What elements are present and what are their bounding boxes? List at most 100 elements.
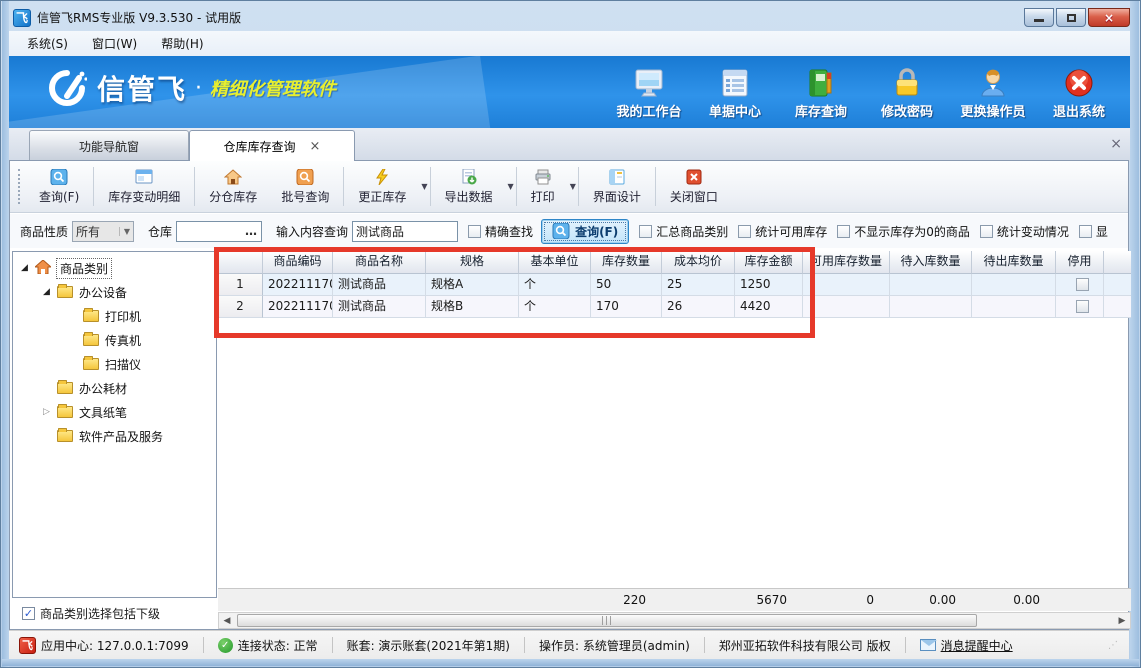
toolbar-separator bbox=[93, 167, 94, 206]
warehouse-input[interactable]: … bbox=[176, 221, 262, 242]
resize-grip-icon[interactable]: ⋰ bbox=[1108, 640, 1119, 651]
ellipsis-picker-icon[interactable]: … bbox=[245, 224, 258, 238]
checkbox-icon bbox=[639, 225, 652, 238]
column-header-disabled[interactable]: 停用 bbox=[1056, 251, 1104, 274]
truncated-checkbox[interactable]: 显 bbox=[1079, 223, 1108, 240]
summarize-category-checkbox[interactable]: 汇总商品类别 bbox=[639, 223, 728, 240]
change-password-button[interactable]: 修改密码 bbox=[864, 60, 950, 124]
switch-operator-button[interactable]: 更换操作员 bbox=[950, 60, 1036, 124]
hide-zero-stock-checkbox[interactable]: 不显示库存为0的商品 bbox=[837, 223, 970, 240]
chevron-down-icon[interactable]: ▼ bbox=[421, 182, 427, 191]
stock-change-detail-button[interactable]: 库存变动明细 bbox=[96, 161, 192, 212]
product-nature-label: 商品性质 bbox=[20, 223, 68, 240]
query-button[interactable]: 查询(F) bbox=[27, 161, 91, 212]
close-window-icon bbox=[685, 169, 703, 185]
tabstrip-close-icon[interactable]: × bbox=[1110, 136, 1122, 152]
documents-label: 单据中心 bbox=[709, 101, 761, 120]
column-header-pending-out[interactable]: 待出库数量 bbox=[972, 251, 1056, 274]
brand-name: 信管飞 bbox=[97, 68, 187, 108]
column-header-truncated[interactable]: 预 bbox=[1104, 251, 1131, 274]
chevron-down-icon[interactable]: ▼ bbox=[508, 182, 514, 191]
toolbar-grip[interactable] bbox=[18, 169, 23, 204]
product-nature-select[interactable]: 所有 ▼ bbox=[72, 221, 134, 242]
truncated-checkbox-label: 显 bbox=[1096, 225, 1108, 239]
ui-design-label: 界面设计 bbox=[593, 188, 641, 205]
cell-product-name: 测试商品 bbox=[333, 296, 426, 318]
column-header-unit[interactable]: 基本单位 bbox=[519, 251, 591, 274]
content-area: 查询(F) 库存变动明细 分仓库存 批号查询 更正库存 bbox=[9, 160, 1129, 630]
category-tree-panel: ◢ 商品类别 ◢ 办公设备 打印机 传真机 bbox=[12, 251, 217, 598]
minimize-button[interactable] bbox=[1024, 8, 1054, 27]
tab-warehouse-inventory[interactable]: 仓库库存查询 × bbox=[189, 130, 355, 161]
ui-design-button[interactable]: 界面设计 bbox=[581, 161, 653, 212]
disabled-checkbox[interactable] bbox=[1076, 278, 1089, 291]
print-button[interactable]: 打印 bbox=[519, 166, 567, 208]
count-available-checkbox[interactable]: 统计可用库存 bbox=[738, 223, 827, 240]
column-header-stock-qty[interactable]: 库存数量 bbox=[591, 251, 662, 274]
tab-close-icon[interactable]: × bbox=[310, 139, 321, 154]
column-header-avg-cost[interactable]: 成本均价 bbox=[662, 251, 735, 274]
expander-collapsed-icon[interactable]: ▷ bbox=[43, 407, 57, 417]
expander-expanded-icon[interactable]: ◢ bbox=[21, 263, 35, 273]
cell-pending-in bbox=[890, 274, 972, 296]
folder-icon bbox=[83, 358, 99, 370]
folder-icon bbox=[57, 286, 73, 298]
toolbar-separator bbox=[343, 167, 344, 206]
per-warehouse-stock-button[interactable]: 分仓库存 bbox=[197, 161, 269, 212]
batch-number-query-button[interactable]: 批号查询 bbox=[269, 161, 341, 212]
menu-system[interactable]: 系统(S) bbox=[17, 32, 78, 55]
search-content-input[interactable]: 测试商品 bbox=[352, 221, 458, 242]
scroll-left-icon[interactable]: ◀ bbox=[219, 616, 235, 626]
close-window-button[interactable]: 关闭窗口 bbox=[658, 161, 730, 212]
cell-disabled bbox=[1056, 296, 1104, 318]
tree-item-stationery[interactable]: ▷ 文具纸笔 bbox=[13, 400, 216, 424]
tree-item-office-equipment[interactable]: ◢ 办公设备 bbox=[13, 280, 216, 304]
inventory-query-button[interactable]: 库存查询 bbox=[778, 60, 864, 124]
tree-item-printer[interactable]: 打印机 bbox=[13, 304, 216, 328]
tab-function-nav[interactable]: 功能导航窗 bbox=[29, 130, 189, 161]
column-header-available-qty[interactable]: 可用库存数量 bbox=[803, 251, 890, 274]
count-changes-checkbox[interactable]: 统计变动情况 bbox=[980, 223, 1069, 240]
include-sublevel-checkbox[interactable]: ✓ 商品类别选择包括下级 bbox=[12, 601, 217, 625]
tree-item-software-services[interactable]: 软件产品及服务 bbox=[13, 424, 216, 448]
exact-search-checkbox[interactable]: 精确查找 bbox=[468, 223, 533, 240]
column-header-product-name[interactable]: 商品名称 bbox=[333, 251, 426, 274]
tab-warehouse-inventory-label: 仓库库存查询 bbox=[224, 138, 296, 155]
scrollbar-thumb[interactable] bbox=[237, 614, 977, 627]
menu-window[interactable]: 窗口(W) bbox=[82, 32, 147, 55]
scroll-right-icon[interactable]: ▶ bbox=[1114, 616, 1130, 626]
column-header-stock-amount[interactable]: 库存金额 bbox=[735, 251, 803, 274]
column-header[interactable] bbox=[218, 251, 263, 274]
export-data-button[interactable]: 导出数据 bbox=[433, 166, 505, 208]
app-center-text: 应用中心: 127.0.0.1:7099 bbox=[41, 637, 189, 654]
minimize-icon bbox=[1034, 19, 1044, 22]
app-logo-icon: 飞 bbox=[13, 9, 31, 27]
restore-button[interactable] bbox=[1056, 8, 1086, 27]
toolbar-separator bbox=[430, 167, 431, 206]
column-header-spec[interactable]: 规格 bbox=[426, 251, 519, 274]
table-row[interactable]: 1 2022111701 测试商品 规格A 个 50 25 1250 bbox=[218, 274, 1131, 296]
tree-item-label: 软件产品及服务 bbox=[79, 428, 163, 445]
tree-item-fax[interactable]: 传真机 bbox=[13, 328, 216, 352]
documents-center-button[interactable]: 单据中心 bbox=[692, 60, 778, 124]
filter-query-button[interactable]: 查询(F) bbox=[541, 219, 629, 244]
workbench-button[interactable]: 我的工作台 bbox=[606, 60, 692, 124]
menu-help[interactable]: 帮助(H) bbox=[151, 32, 213, 55]
close-button[interactable]: × bbox=[1088, 8, 1130, 27]
table-row[interactable]: 2 2022111701 测试商品 规格B 个 170 26 4420 bbox=[218, 296, 1131, 318]
inventory-table: 商品编码 商品名称 规格 基本单位 库存数量 成本均价 库存金额 可用库存数量 … bbox=[218, 251, 1131, 629]
tree-item-scanner[interactable]: 扫描仪 bbox=[13, 352, 216, 376]
horizontal-scrollbar[interactable]: ◀ ▶ bbox=[218, 612, 1131, 629]
correct-stock-button[interactable]: 更正库存 bbox=[346, 166, 418, 208]
disabled-checkbox[interactable] bbox=[1076, 300, 1089, 313]
tree-item-office-supplies[interactable]: 办公耗材 bbox=[13, 376, 216, 400]
tree-item-root[interactable]: ◢ 商品类别 bbox=[13, 256, 216, 280]
expander-expanded-icon[interactable]: ◢ bbox=[43, 287, 57, 297]
chevron-down-icon[interactable]: ▼ bbox=[570, 182, 576, 191]
status-separator bbox=[524, 637, 525, 653]
exit-system-button[interactable]: 退出系统 bbox=[1036, 60, 1122, 124]
tree-item-label: 办公耗材 bbox=[79, 380, 127, 397]
column-header-pending-in[interactable]: 待入库数量 bbox=[890, 251, 972, 274]
message-center-link[interactable]: 消息提醒中心 bbox=[920, 637, 1013, 654]
column-header-product-code[interactable]: 商品编码 bbox=[263, 251, 333, 274]
